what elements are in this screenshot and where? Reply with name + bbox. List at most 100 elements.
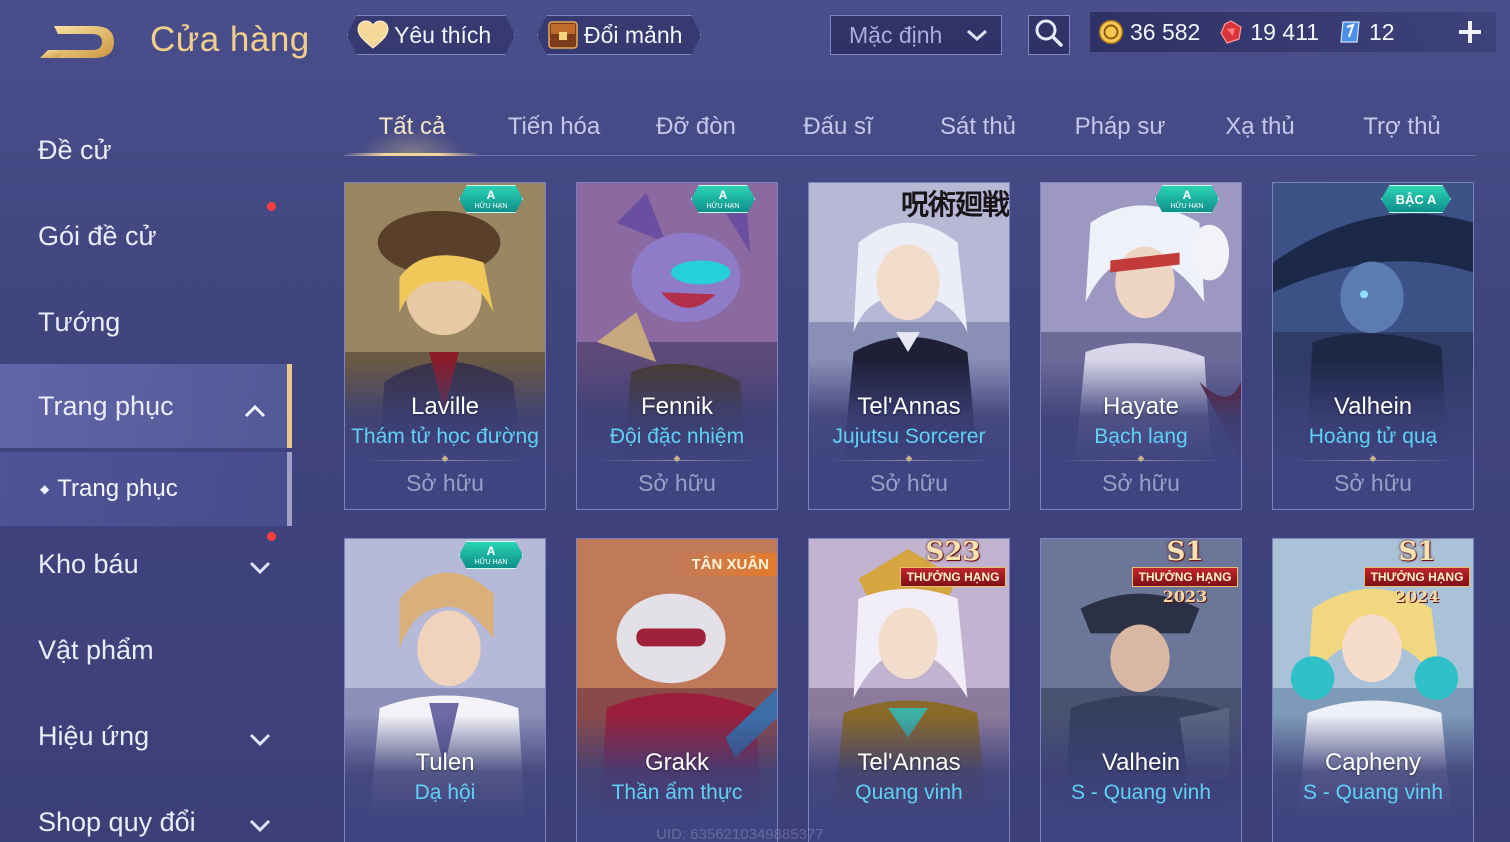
chevron-down-icon <box>248 724 272 755</box>
sidebar-item-items[interactable]: Vật phẩm <box>0 608 292 692</box>
search-button[interactable] <box>1028 15 1070 55</box>
tab-mage[interactable]: Pháp sư <box>1050 100 1190 154</box>
tab-support[interactable]: Trợ thủ <box>1332 100 1472 154</box>
skin-card[interactable]: A HỮU HẠN Hayate Bạch lang Sở hữu <box>1040 182 1242 510</box>
hero-name: Grakk <box>644 749 709 776</box>
badge-grade: A <box>1182 187 1192 202</box>
badge-subtext: HỮU HẠN <box>1170 202 1204 210</box>
collab-logo-text: 呪術廻戦 <box>900 188 1009 221</box>
hero-name: Tulen <box>415 749 475 776</box>
exchange-shards-label: Đổi mảnh <box>584 21 683 48</box>
hero-name: Tel'Annas <box>857 749 961 776</box>
notification-dot <box>267 202 276 211</box>
sidebar-item-treasure[interactable]: Kho báu <box>0 522 292 606</box>
voucher-amount: 19 411 <box>1250 18 1319 45</box>
skin-card[interactable]: TÂN XUÂN Grakk Thần ẩm thực <box>576 538 778 842</box>
tab-fighter[interactable]: Đấu sĩ <box>768 100 908 154</box>
sidebar-item-label: Trang phục <box>38 390 174 421</box>
sidebar-item-label: Kho báu <box>38 548 139 579</box>
sidebar-item-exchange-shop[interactable]: Shop quy đổi <box>0 780 292 842</box>
sidebar-item-label: Shop quy đổi <box>38 806 196 837</box>
badge-grade: A <box>486 543 496 558</box>
favorites-button[interactable]: Yêu thích <box>347 15 515 55</box>
skin-card[interactable]: A HỮU HẠN Fennik Đội đặc nhiệm Sở hữu <box>576 182 778 510</box>
sidebar-item-featured[interactable]: Đề cử <box>0 108 292 192</box>
tab-label: Tiến hóa <box>507 113 601 140</box>
sidebar-item-skins[interactable]: Trang phục <box>0 364 292 448</box>
owned-status: Sở hữu <box>870 470 948 496</box>
voucher-currency: 19 411 <box>1218 19 1319 46</box>
sidebar-item-heroes[interactable]: Tướng <box>0 280 292 364</box>
sidebar-item-featured-packs[interactable]: Gói đề cử <box>0 194 292 278</box>
limited-grade-badge: A HỮU HẠN <box>1155 185 1219 213</box>
notification-dot <box>267 532 276 541</box>
owned-status: Sở hữu <box>1102 470 1180 496</box>
heart-icon <box>356 18 390 52</box>
chevron-down-icon <box>248 552 272 583</box>
sort-dropdown[interactable]: Mặc định <box>830 15 1002 55</box>
sort-value: Mặc định <box>849 21 943 48</box>
card-divider <box>1287 460 1459 461</box>
sidebar-subitem-skins[interactable]: ◆ Trang phục <box>0 452 292 526</box>
plus-icon[interactable] <box>1456 18 1484 46</box>
tab-label: Đỡ đòn <box>656 113 736 140</box>
rank-reward-label: THƯỞNG HẠNG <box>1131 567 1239 587</box>
season-reward-badge: S23 THƯỞNG HẠNG <box>897 539 1009 607</box>
tab-label: Tất cả <box>378 113 446 140</box>
skin-card[interactable]: BẬC A Valhein Hoàng tử quạ Sở hữu <box>1272 182 1474 510</box>
tab-label: Pháp sư <box>1074 113 1166 140</box>
hero-name: Laville <box>410 393 480 420</box>
tab-evolution[interactable]: Tiến hóa <box>484 100 624 154</box>
category-tabs: Tất cả Tiến hóa Đỡ đòn Đấu sĩ Sát thủ Ph… <box>344 100 1476 156</box>
exchange-shards-button[interactable]: Đổi mảnh <box>537 15 701 55</box>
tab-label: Trợ thủ <box>1363 113 1441 140</box>
skin-name: S - Quang vinh <box>1070 781 1212 804</box>
card-divider <box>359 460 531 461</box>
chevron-down-icon <box>248 810 272 841</box>
season-label: S1 <box>1398 538 1436 567</box>
back-arrow-icon[interactable] <box>36 20 120 64</box>
skin-name: Đội đặc nhiệm <box>609 425 745 448</box>
skin-card[interactable]: A HỮU HẠN Tulen Dạ hội <box>344 538 546 842</box>
gold-coin-icon <box>1098 19 1124 45</box>
season-reward-badge: S1 THƯỞNG HẠNG 2024 <box>1361 539 1473 607</box>
tab-label: Sát thủ <box>939 113 1017 140</box>
search-icon <box>1034 18 1064 53</box>
blue-ticket-icon <box>1337 19 1363 45</box>
season-year: 2024 <box>1394 587 1440 606</box>
new-year-badge: TÂN XUÂN <box>677 553 777 576</box>
favorites-label: Yêu thích <box>394 21 492 48</box>
tab-marksman[interactable]: Xạ thủ <box>1190 100 1330 154</box>
skin-name: Jujutsu Sorcerer <box>832 425 986 448</box>
tab-all[interactable]: Tất cả <box>344 100 480 156</box>
limited-grade-badge: A HỮU HẠN <box>459 185 523 213</box>
sidebar-item-label: Tướng <box>38 306 121 337</box>
hero-name: Capheny <box>1324 749 1422 776</box>
user-id-watermark: UID: 6356210349885377 <box>656 826 824 842</box>
skin-card[interactable]: S23 THƯỞNG HẠNG Tel'Annas Quang vinh <box>808 538 1010 842</box>
sidebar-item-effects[interactable]: Hiệu ứng <box>0 694 292 778</box>
hero-name: Valhein <box>1333 393 1413 420</box>
page-title: Cửa hàng <box>150 20 310 59</box>
skin-card[interactable]: A HỮU HẠN Laville Thám tử học đường Sở h… <box>344 182 546 510</box>
skin-name: Bạch lang <box>1094 425 1188 448</box>
diamond-bullet-icon: ◆ <box>40 482 50 496</box>
top-bar: Cửa hàng Yêu thích Đổi mảnh Mặc định 36 … <box>0 0 1510 78</box>
treasure-chest-icon <box>546 18 580 52</box>
badge-grade: A <box>486 187 496 202</box>
skin-card[interactable]: S1 THƯỞNG HẠNG 2024 Capheny S - Quang vi… <box>1272 538 1474 842</box>
tab-assassin[interactable]: Sát thủ <box>908 100 1048 154</box>
season-label: S1 <box>1166 538 1204 567</box>
owned-status: Sở hữu <box>406 470 484 496</box>
gold-currency: 36 582 <box>1098 19 1200 46</box>
rank-reward-label: THƯỞNG HẠNG <box>1363 567 1471 587</box>
skin-card[interactable]: S1 THƯỞNG HẠNG 2023 Valhein S - Quang vi… <box>1040 538 1242 842</box>
tab-tank[interactable]: Đỡ đòn <box>626 100 766 154</box>
hero-name: Hayate <box>1102 393 1180 420</box>
sidebar-item-label: Hiệu ứng <box>38 720 150 751</box>
skin-name: Quang vinh <box>855 781 963 804</box>
skin-card[interactable]: 呪術廻戦 Tel'Annas Jujutsu Sorcerer Sở hữu <box>808 182 1010 510</box>
tab-label: Đấu sĩ <box>803 113 873 140</box>
season-year: 2023 <box>1162 587 1208 606</box>
sidebar-subitem-label: Trang phục <box>57 475 178 502</box>
